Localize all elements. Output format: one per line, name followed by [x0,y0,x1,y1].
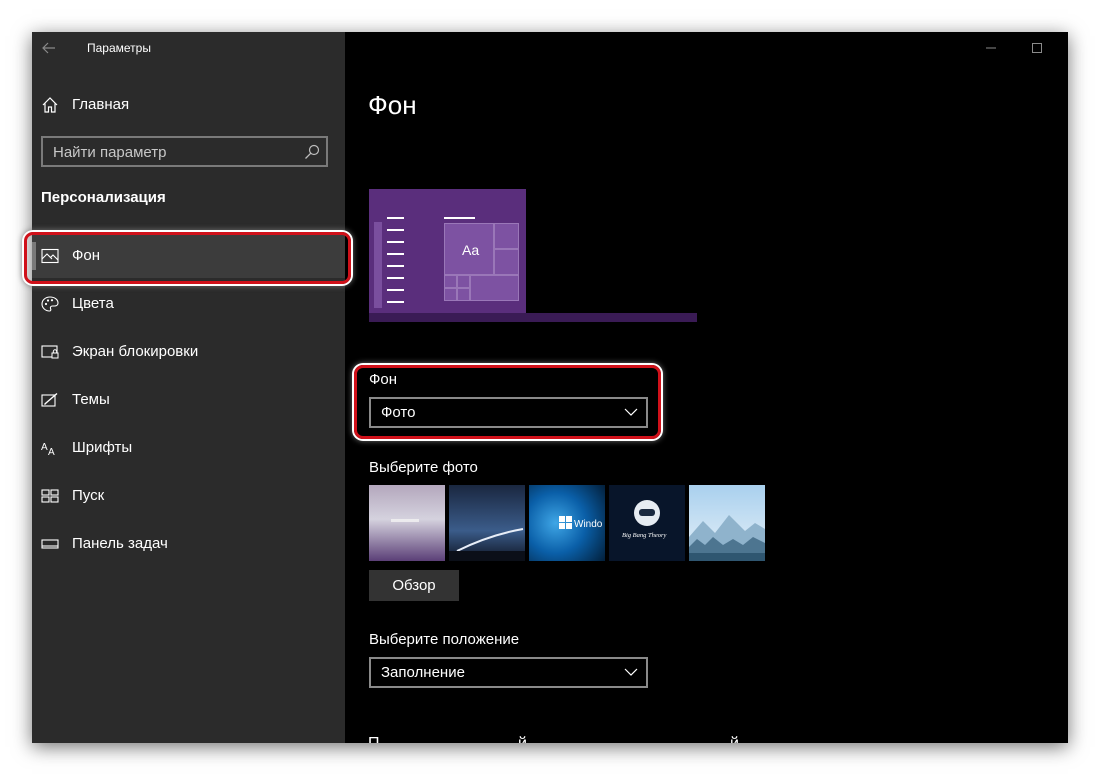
sidebar-item-colors[interactable]: Цвета [32,282,345,326]
sidebar-item-label: Главная [72,96,130,113]
lock-screen-icon [41,345,59,359]
sidebar-item-taskbar[interactable]: Панель задач [32,522,345,566]
preview-line [387,265,404,267]
search-input[interactable] [53,142,293,162]
minimize-button[interactable] [968,32,1014,64]
thumbnail-text: Big Bang Theory [622,532,667,539]
back-arrow-icon [42,42,55,54]
background-label: Фон [369,371,398,388]
chevron-down-icon [624,408,638,416]
photo-thumbnail-5[interactable] [689,485,765,561]
choose-position-label: Выберите положение [369,631,520,648]
thumbnail-image [449,485,525,561]
sidebar-item-start[interactable]: Пуск [32,474,345,518]
picture-icon [41,248,59,264]
svg-text:A: A [41,442,48,453]
preview-tile [444,288,457,301]
back-button[interactable] [38,38,60,58]
background-preview: Aa [369,189,697,322]
position-dropdown-value: Заполнение [381,664,465,681]
sidebar-item-themes[interactable]: Темы [32,378,345,422]
choose-photo-label: Выберите фото [369,459,478,476]
photo-thumbnail-2[interactable] [449,485,525,561]
sidebar-item-label: Цвета [72,295,114,312]
preview-line [387,277,404,279]
section-title: Персонализация [41,189,166,206]
preview-line [387,217,404,219]
minimize-icon [986,47,996,49]
cut-off-text: П й й [368,735,788,743]
thumbnail-image: Windo [529,485,605,561]
preview-tile [457,275,470,288]
thumbnail-image: Big Bang Theory [609,485,685,561]
background-dropdown[interactable]: Фото [369,397,648,428]
palette-icon [41,296,59,312]
page-title: Фон [368,90,417,120]
sidebar-item-label: Пуск [72,487,105,504]
photo-thumbnail-3[interactable]: Windo [529,485,605,561]
search-icon[interactable] [304,144,320,160]
preview-tile [444,275,457,288]
chevron-down-icon [624,668,638,676]
preview-line [387,229,404,231]
app-title: Параметры [87,41,151,55]
preview-tile [494,249,519,275]
sidebar-item-label: Фон [72,247,101,264]
preview-line [387,301,404,303]
sidebar-item-lock-screen[interactable]: Экран блокировки [32,330,345,374]
sidebar-item-label: Шрифты [72,439,133,456]
main-pane: Фон Aa Фон Фото Выберите фото Windo Big … [345,32,1068,743]
desktop-preview: Aa [369,189,526,313]
sidebar-item-label: Экран блокировки [72,343,199,360]
preview-sample-text: Aa [462,242,480,258]
taskbar-icon [41,539,59,549]
taskbar-preview [369,313,697,322]
preview-line [444,217,475,219]
maximize-button[interactable] [1014,32,1060,64]
sidebar: Параметры Главная Персонализация Фон [32,32,345,743]
search-box [41,136,328,167]
preview-line [387,241,404,243]
settings-window: Параметры Главная Персонализация Фон [32,32,1068,743]
browse-button[interactable]: Обзор [369,570,459,601]
close-button[interactable] [1060,32,1068,64]
sidebar-item-fonts[interactable]: A A Шрифты [32,426,345,470]
background-dropdown-value: Фото [381,404,416,421]
start-icon [41,489,59,503]
sidebar-item-label: Панель задач [72,535,168,552]
preview-tile [494,223,519,249]
maximize-icon [1032,43,1042,53]
photo-thumbnail-4[interactable]: Big Bang Theory [609,485,685,561]
preview-line [387,253,404,255]
preview-line [387,289,404,291]
themes-icon [41,392,58,407]
preview-tile [470,275,519,301]
photo-thumbnail-1[interactable] [369,485,445,561]
fonts-icon: A A [41,442,55,456]
thumbnail-text: Windo [574,519,603,530]
start-list-preview [374,222,382,308]
sidebar-item-background[interactable]: Фон [32,234,345,278]
preview-tile [457,288,470,301]
sidebar-item-home[interactable]: Главная [32,90,345,120]
position-dropdown[interactable]: Заполнение [369,657,648,688]
thumbnail-image [369,485,445,561]
sidebar-item-label: Темы [72,391,110,408]
thumbnail-image [689,485,765,561]
home-icon [42,97,58,113]
svg-text:A: A [48,447,55,456]
